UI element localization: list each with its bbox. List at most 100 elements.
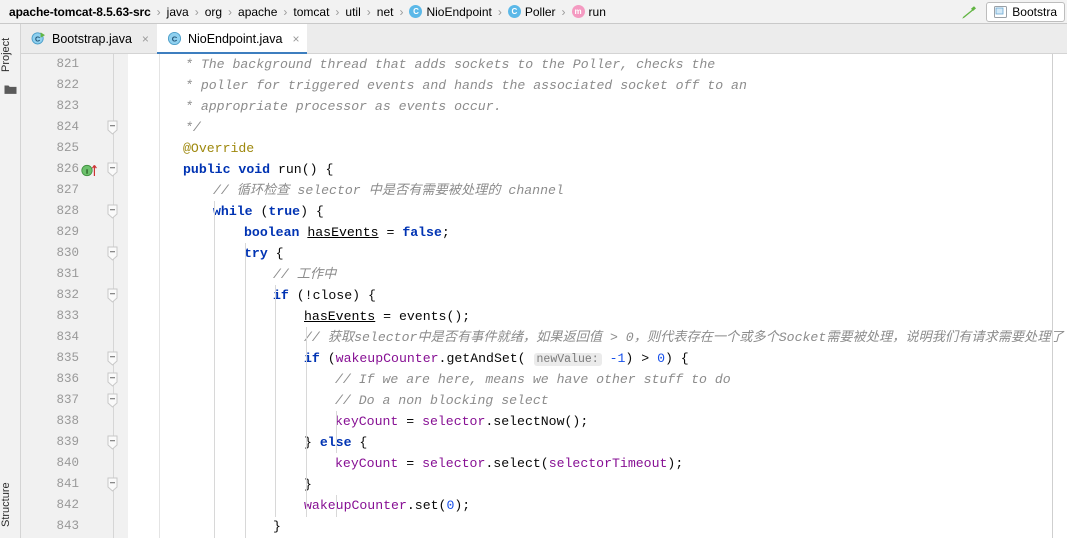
breadcrumb-label: org [204,4,223,19]
code-token: { [267,246,284,261]
editor-annotation-gutter [128,54,223,538]
breadcrumb-item-nioendpoint[interactable]: C NioEndpoint [408,5,492,19]
left-tool-window-bar: Project Structure [0,24,21,538]
fold-marker[interactable] [107,285,118,306]
code-line: hasEvents = events(); [304,306,470,327]
line-number: 835 [56,351,79,365]
breadcrumb-separator: › [335,4,340,19]
line-number: 826 [56,162,79,176]
breadcrumb-label: Poller [524,4,556,19]
fold-marker[interactable] [107,432,118,453]
line-number: 824 [56,120,79,134]
implementing-method-icon[interactable]: I [81,163,103,177]
folder-icon[interactable] [4,82,17,94]
breadcrumb-item-run[interactable]: m run [571,5,607,19]
code-line: wakeupCounter.set(0); [304,495,470,516]
class-icon: C [167,31,182,46]
method-icon: m [571,5,585,18]
breadcrumb-separator: › [228,4,233,19]
code-token: keyCount [335,456,399,471]
line-number: 829 [56,225,79,239]
fold-marker[interactable] [107,369,118,390]
editor-right-rail [1052,54,1053,538]
breadcrumb-item-net[interactable]: net [376,5,395,19]
navigation-bar: apache-tomcat-8.5.63-src › java › org › apache… [0,0,1067,24]
code-token: @Override [183,141,255,156]
line-number: 842 [56,498,79,512]
line-number: 828 [56,204,79,218]
fold-marker[interactable] [107,474,118,495]
svg-text:C: C [35,34,40,43]
code-token: * The background thread that adds socket… [185,57,716,72]
code-token: // Do a non blocking select [335,393,549,408]
code-token: .getAndSet( [438,351,526,366]
breadcrumb-item-tomcat[interactable]: tomcat [292,5,330,19]
code-token: public [183,162,231,177]
code-line: boolean hasEvents = false; [244,222,450,243]
breadcrumb-label: apache [238,4,278,19]
fold-marker[interactable] [107,390,118,411]
breadcrumb-item-apache-tomcat-8-5-63-src[interactable]: apache-tomcat-8.5.63-src [8,5,152,19]
editor-gutter[interactable]: 821 822 823 824 825 826 827 828 829 830 831 832 833 8… [21,54,128,538]
breadcrumb-separator: › [561,4,566,19]
close-icon[interactable]: × [292,33,299,45]
code-text-area[interactable]: * The background thread that adds socket… [160,54,1067,538]
line-number: 827 [56,183,79,197]
fold-marker[interactable] [107,117,118,138]
svg-text:C: C [172,35,178,44]
code-token: ); [667,456,684,471]
code-line: // 工作中 [273,264,336,285]
line-number: 837 [56,393,79,407]
code-token: wakeupCounter [335,351,439,366]
code-line: } [273,516,281,537]
code-token: hasEvents [307,225,379,240]
code-line: try { [244,243,284,264]
editor-tab-bootstrap-java[interactable]: C Bootstrap.java × [21,24,157,53]
hammer-icon[interactable] [960,3,978,21]
code-token: // 循环检查 selector 中是否有需要被处理的 channel [213,183,564,198]
code-token: .set( [406,498,447,513]
breadcrumb-label: NioEndpoint [426,4,492,19]
code-token: } [273,519,281,534]
breadcrumb-item-org[interactable]: org [204,5,223,19]
code-line: public void run() { [183,159,333,180]
code-token: hasEvents [304,309,376,324]
indent-guide [336,411,337,453]
breadcrumb-label: java [166,4,189,19]
fold-marker[interactable] [107,159,118,180]
code-token: selector [422,456,486,471]
close-icon[interactable]: × [142,33,149,45]
code-line: while (true) { [213,201,324,222]
breadcrumb-item-util[interactable]: util [344,5,361,19]
code-token: ( [319,351,336,366]
indent-guide [306,327,307,517]
breadcrumb-separator: › [399,4,404,19]
code-token: // 获取selector中是否有事件就绪，如果返回值 > 0，则代表存在一个或… [304,330,1064,345]
code-token: ( [252,204,269,219]
svg-text:I: I [86,168,89,175]
breadcrumb-item-java[interactable]: java [166,5,190,19]
code-token: selector [422,414,486,429]
code-editor[interactable]: 821 822 823 824 825 826 827 828 829 830 831 832 833 8… [21,54,1067,538]
code-token: * appropriate processor as events occur. [185,99,502,114]
code-token: = [378,225,403,240]
breadcrumb-separator: › [366,4,371,19]
line-number: 843 [56,519,79,533]
run-configuration-selector[interactable]: Bootstra [986,1,1065,22]
code-token: * poller for triggered events and hands … [185,78,747,93]
code-token: boolean [244,225,300,240]
fold-marker[interactable] [107,201,118,222]
sidebar-item-project[interactable]: Project [0,28,21,82]
editor-tab-nioendpoint-java[interactable]: C NioEndpoint.java × [156,24,308,54]
sidebar-item-structure[interactable]: Structure [0,474,21,536]
class-icon: C [507,5,521,18]
line-number: 825 [56,141,79,155]
line-number: 839 [56,435,79,449]
line-number: 822 [56,78,79,92]
breadcrumb-item-poller[interactable]: C Poller [507,5,557,19]
fold-marker[interactable] [107,243,118,264]
fold-marker[interactable] [107,348,118,369]
breadcrumb-item-apache[interactable]: apache [237,5,278,19]
